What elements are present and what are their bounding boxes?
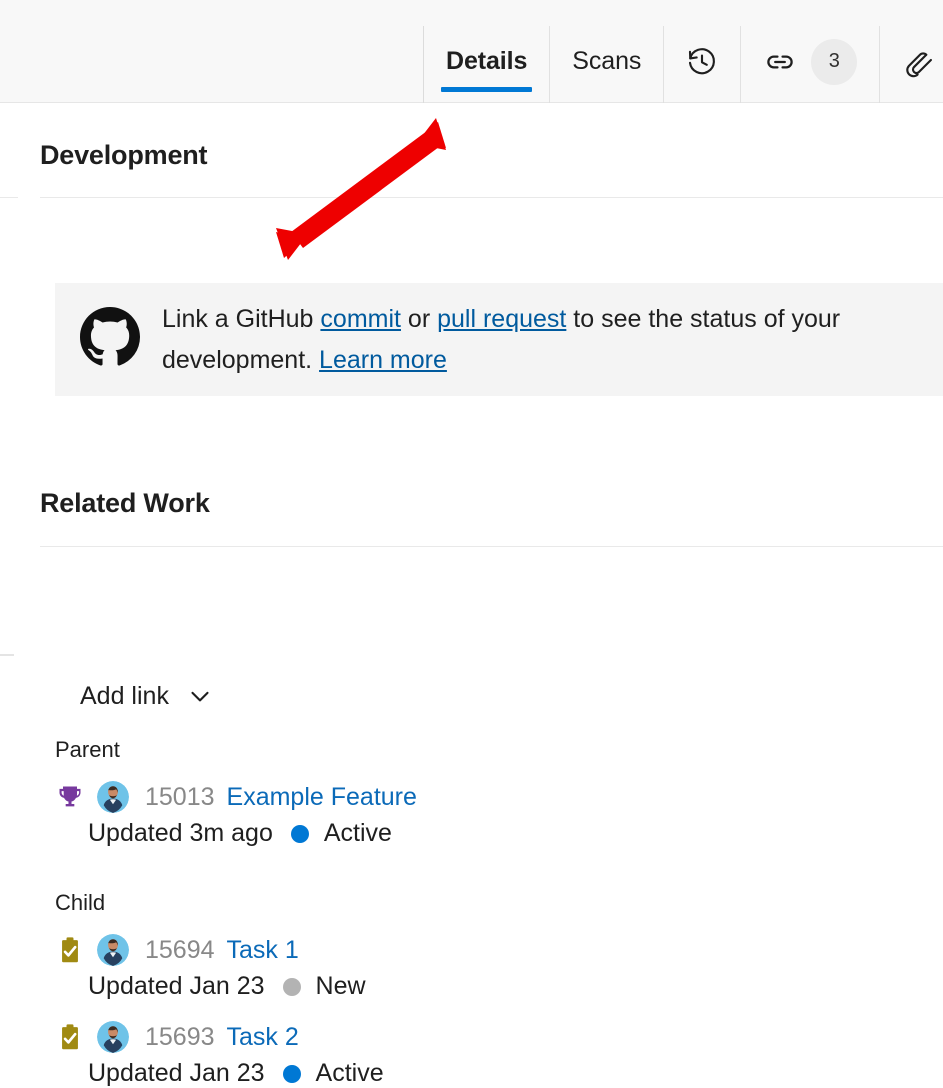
work-item-updated: Updated 3m ago xyxy=(88,819,273,848)
related-work-item[interactable]: 15693 Task 2 Updated Jan 23 Active xyxy=(0,1021,943,1088)
related-work-group-parent: Parent xyxy=(0,739,943,848)
work-item-header-line: 15693 Task 2 xyxy=(55,1021,943,1053)
avatar xyxy=(97,934,129,966)
work-item-tab-bar: Details Scans 3 xyxy=(0,0,943,103)
chevron-down-icon xyxy=(185,681,215,711)
related-work-add-link-label: Add link xyxy=(80,682,169,711)
github-text-part2: or xyxy=(401,305,437,333)
feature-trophy-icon xyxy=(55,782,85,812)
tab-scans-label: Scans xyxy=(572,49,641,80)
tab-history[interactable] xyxy=(663,26,740,103)
work-item-title-link[interactable]: Task 1 xyxy=(227,936,299,965)
group-label-child: Child xyxy=(55,892,943,914)
github-icon xyxy=(80,307,140,372)
panel-edge-stub xyxy=(0,654,14,656)
paperclip-icon xyxy=(902,46,934,84)
work-item-id: 15013 xyxy=(145,783,215,812)
avatar xyxy=(97,1021,129,1053)
tab-details-label: Details xyxy=(446,49,527,80)
development-heading: Development xyxy=(40,140,207,171)
github-text-part1: Link a GitHub xyxy=(162,305,320,333)
related-work-group-child: Child xyxy=(0,892,943,1088)
tab-scans[interactable]: Scans xyxy=(549,26,663,103)
state-dot xyxy=(283,1065,301,1083)
pull-request-link[interactable]: pull request xyxy=(437,305,566,333)
active-tab-indicator xyxy=(441,87,532,92)
commit-link[interactable]: commit xyxy=(320,305,401,333)
state-dot xyxy=(291,825,309,843)
related-work-item[interactable]: 15694 Task 1 Updated Jan 23 New xyxy=(0,934,943,1001)
related-work-add-link-button[interactable]: Add link xyxy=(80,681,215,711)
avatar xyxy=(97,781,129,813)
development-divider xyxy=(40,197,943,198)
github-info-box: Link a GitHub commit or pull request to … xyxy=(55,283,943,396)
tab-links[interactable]: 3 xyxy=(740,26,879,103)
learn-more-link[interactable]: Learn more xyxy=(319,346,447,374)
work-item-id: 15694 xyxy=(145,936,215,965)
work-item-state: New xyxy=(316,972,366,1001)
related-work-heading: Related Work xyxy=(40,488,210,519)
related-work-item[interactable]: 15013 Example Feature Updated 3m ago Act… xyxy=(0,781,943,848)
work-item-header-line: 15013 Example Feature xyxy=(55,781,943,813)
work-item-updated: Updated Jan 23 xyxy=(88,972,265,1001)
links-count-badge: 3 xyxy=(811,39,857,85)
annotation-arrow-icon xyxy=(268,110,453,270)
state-dot xyxy=(283,978,301,996)
work-item-meta-line: Updated Jan 23 Active xyxy=(88,1059,943,1088)
tab-attachments[interactable] xyxy=(879,26,943,103)
tab-details[interactable]: Details xyxy=(423,26,549,103)
development-divider-stub xyxy=(0,197,18,198)
github-info-text: Link a GitHub commit or pull request to … xyxy=(162,299,897,381)
related-work-divider xyxy=(40,546,943,547)
link-icon xyxy=(763,45,797,85)
work-item-id: 15693 xyxy=(145,1023,215,1052)
work-item-state: Active xyxy=(316,1059,384,1088)
history-icon xyxy=(686,46,718,84)
work-item-title-link[interactable]: Task 2 xyxy=(227,1023,299,1052)
task-clipboard-icon xyxy=(55,1022,85,1052)
work-item-title-link[interactable]: Example Feature xyxy=(227,783,417,812)
group-label-parent: Parent xyxy=(55,739,943,761)
work-item-state: Active xyxy=(324,819,392,848)
work-item-updated: Updated Jan 23 xyxy=(88,1059,265,1088)
task-clipboard-icon xyxy=(55,935,85,965)
work-item-meta-line: Updated Jan 23 New xyxy=(88,972,943,1001)
work-item-header-line: 15694 Task 1 xyxy=(55,934,943,966)
work-item-meta-line: Updated 3m ago Active xyxy=(88,819,943,848)
tab-strip: Details Scans 3 xyxy=(423,26,943,103)
